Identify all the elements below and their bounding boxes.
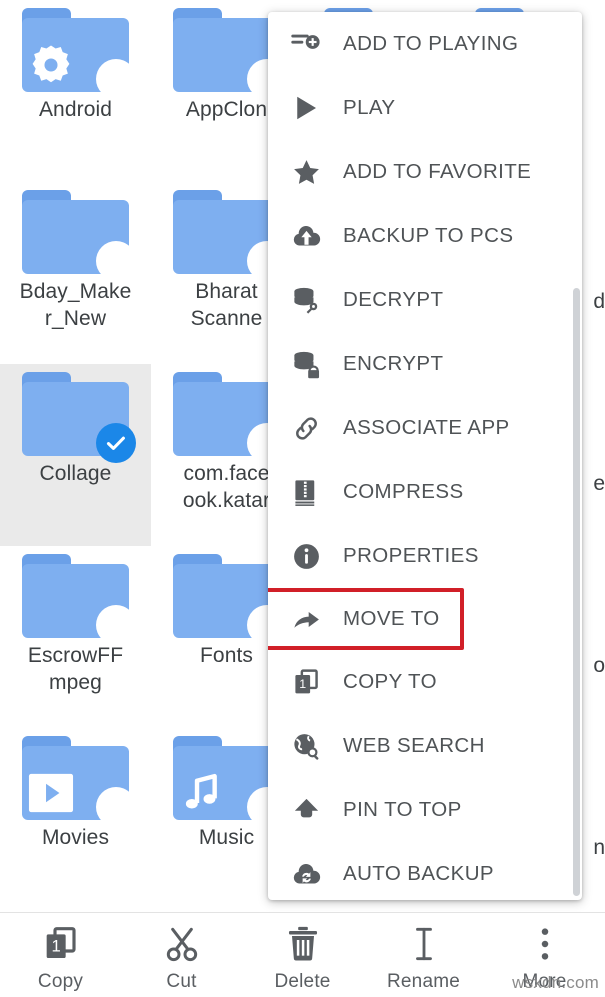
info-icon — [289, 539, 323, 573]
folder-icon — [22, 554, 136, 645]
menu-item-label: ADD TO PLAYING — [343, 32, 519, 55]
menu-item-copy-to[interactable]: 1 COPY TO — [268, 650, 582, 714]
menu-item-move-to[interactable]: MOVE TO — [268, 588, 464, 650]
watermark-text: wsxdn.com — [512, 973, 599, 992]
menu-item-properties[interactable]: PROPERTIES — [268, 524, 582, 588]
menu-item-pin-to-top[interactable]: PIN TO TOP — [268, 778, 582, 842]
select-circle-icon[interactable] — [96, 605, 136, 645]
folder-icon — [22, 736, 136, 827]
cloud-upload-icon — [289, 219, 323, 253]
menu-item-label: PIN TO TOP — [343, 798, 462, 821]
database-key-icon — [289, 283, 323, 317]
text-cursor-icon — [404, 923, 444, 965]
menu-item-label: ASSOCIATE APP — [343, 416, 510, 439]
toolbar-delete-button[interactable]: Delete — [242, 913, 363, 997]
svg-text:1: 1 — [51, 936, 60, 955]
play-icon — [28, 770, 74, 816]
trash-icon — [283, 923, 323, 965]
globe-search-icon — [289, 729, 323, 763]
link-icon — [289, 411, 323, 445]
file-label-fragment: n — [593, 836, 605, 859]
music-icon — [179, 770, 225, 816]
menu-item-label: ENCRYPT — [343, 352, 444, 375]
file-item[interactable]: Movies — [0, 728, 151, 910]
select-circle-icon[interactable] — [96, 241, 136, 281]
folder-icon — [173, 8, 287, 99]
gear-icon — [28, 42, 74, 88]
menu-item-add-to-playing[interactable]: ADD TO PLAYING — [268, 12, 582, 76]
file-item[interactable]: Android — [0, 0, 151, 182]
add-to-playlist-icon — [289, 27, 323, 61]
context-menu-list[interactable]: ADD TO PLAYING PLAY ADD TO FAVORITE BACKUP … — [268, 12, 582, 900]
database-lock-icon — [289, 347, 323, 381]
file-label: Movies — [41, 826, 110, 849]
menu-item-label: PLAY — [343, 96, 396, 119]
menu-item-label: MOVE TO — [343, 607, 440, 630]
copy-icon: 1 — [289, 665, 323, 699]
overflow-dots-icon — [525, 923, 565, 965]
context-menu-panel[interactable]: ADD TO PLAYING PLAY ADD TO FAVORITE BACKUP … — [268, 12, 582, 900]
menu-item-web-search[interactable]: WEB SEARCH — [268, 714, 582, 778]
pin-up-arrow-icon — [289, 793, 323, 827]
file-label: Bday_Make r_New — [19, 280, 132, 330]
menu-item-label: BACKUP TO PCS — [343, 224, 514, 247]
toolbar-cut-button[interactable]: Cut — [121, 913, 242, 997]
menu-item-add-to-favorite[interactable]: ADD TO FAVORITE — [268, 140, 582, 204]
file-label-fragment: o — [593, 654, 605, 677]
scissors-icon — [162, 923, 202, 965]
file-item[interactable]: EscrowFF mpeg — [0, 546, 151, 728]
menu-item-auto-backup[interactable]: AUTO BACKUP — [268, 842, 582, 900]
file-manager-screen: Android AppClon Bday_Make r_New Bharat Scan… — [0, 0, 605, 997]
toolbar-label: Rename — [386, 971, 461, 992]
selected-check-icon[interactable] — [96, 423, 136, 463]
menu-item-associate-app[interactable]: ASSOCIATE APP — [268, 396, 582, 460]
folder-icon — [173, 736, 287, 827]
menu-item-label: COMPRESS — [343, 480, 464, 503]
play-icon — [289, 91, 323, 125]
folder-icon — [22, 190, 136, 281]
menu-item-label: COPY TO — [343, 670, 437, 693]
toolbar-rename-button[interactable]: Rename — [363, 913, 484, 997]
menu-item-encrypt[interactable]: ENCRYPT — [268, 332, 582, 396]
folder-icon — [173, 190, 287, 281]
menu-item-label: ADD TO FAVORITE — [343, 160, 532, 183]
menu-item-label: DECRYPT — [343, 288, 444, 311]
menu-item-label: WEB SEARCH — [343, 734, 485, 757]
file-label: Android — [38, 98, 113, 121]
menu-item-compress[interactable]: COMPRESS — [268, 460, 582, 524]
folder-icon — [173, 372, 287, 463]
menu-item-backup-to-pcs[interactable]: BACKUP TO PCS — [268, 204, 582, 268]
menu-item-decrypt[interactable]: DECRYPT — [268, 268, 582, 332]
toolbar-copy-button[interactable]: 1 Copy — [0, 913, 121, 997]
move-arrow-icon — [289, 602, 323, 636]
cloud-sync-icon — [289, 857, 323, 891]
folder-icon — [173, 554, 287, 645]
menu-item-label: AUTO BACKUP — [343, 862, 494, 885]
menu-item-play[interactable]: PLAY — [268, 76, 582, 140]
folder-icon — [22, 372, 136, 463]
star-icon — [289, 155, 323, 189]
file-item[interactable]: Collage — [0, 364, 151, 546]
toolbar-label: Copy — [37, 971, 84, 992]
menu-item-label: PROPERTIES — [343, 544, 479, 567]
file-label-fragment: d — [593, 290, 605, 313]
file-item[interactable]: Bday_Make r_New — [0, 182, 151, 364]
toolbar-label: Delete — [274, 971, 331, 992]
toolbar-label: Cut — [166, 971, 197, 992]
select-circle-icon[interactable] — [96, 787, 136, 827]
copy-icon: 1 — [41, 923, 81, 965]
file-label: Collage — [39, 462, 112, 485]
compress-icon — [289, 475, 323, 509]
file-label: EscrowFF mpeg — [27, 644, 124, 694]
file-label-fragment: e — [593, 472, 605, 495]
svg-text:1: 1 — [299, 676, 306, 690]
select-circle-icon[interactable] — [96, 59, 136, 99]
folder-icon — [22, 8, 136, 99]
menu-scrollbar[interactable] — [573, 288, 580, 896]
